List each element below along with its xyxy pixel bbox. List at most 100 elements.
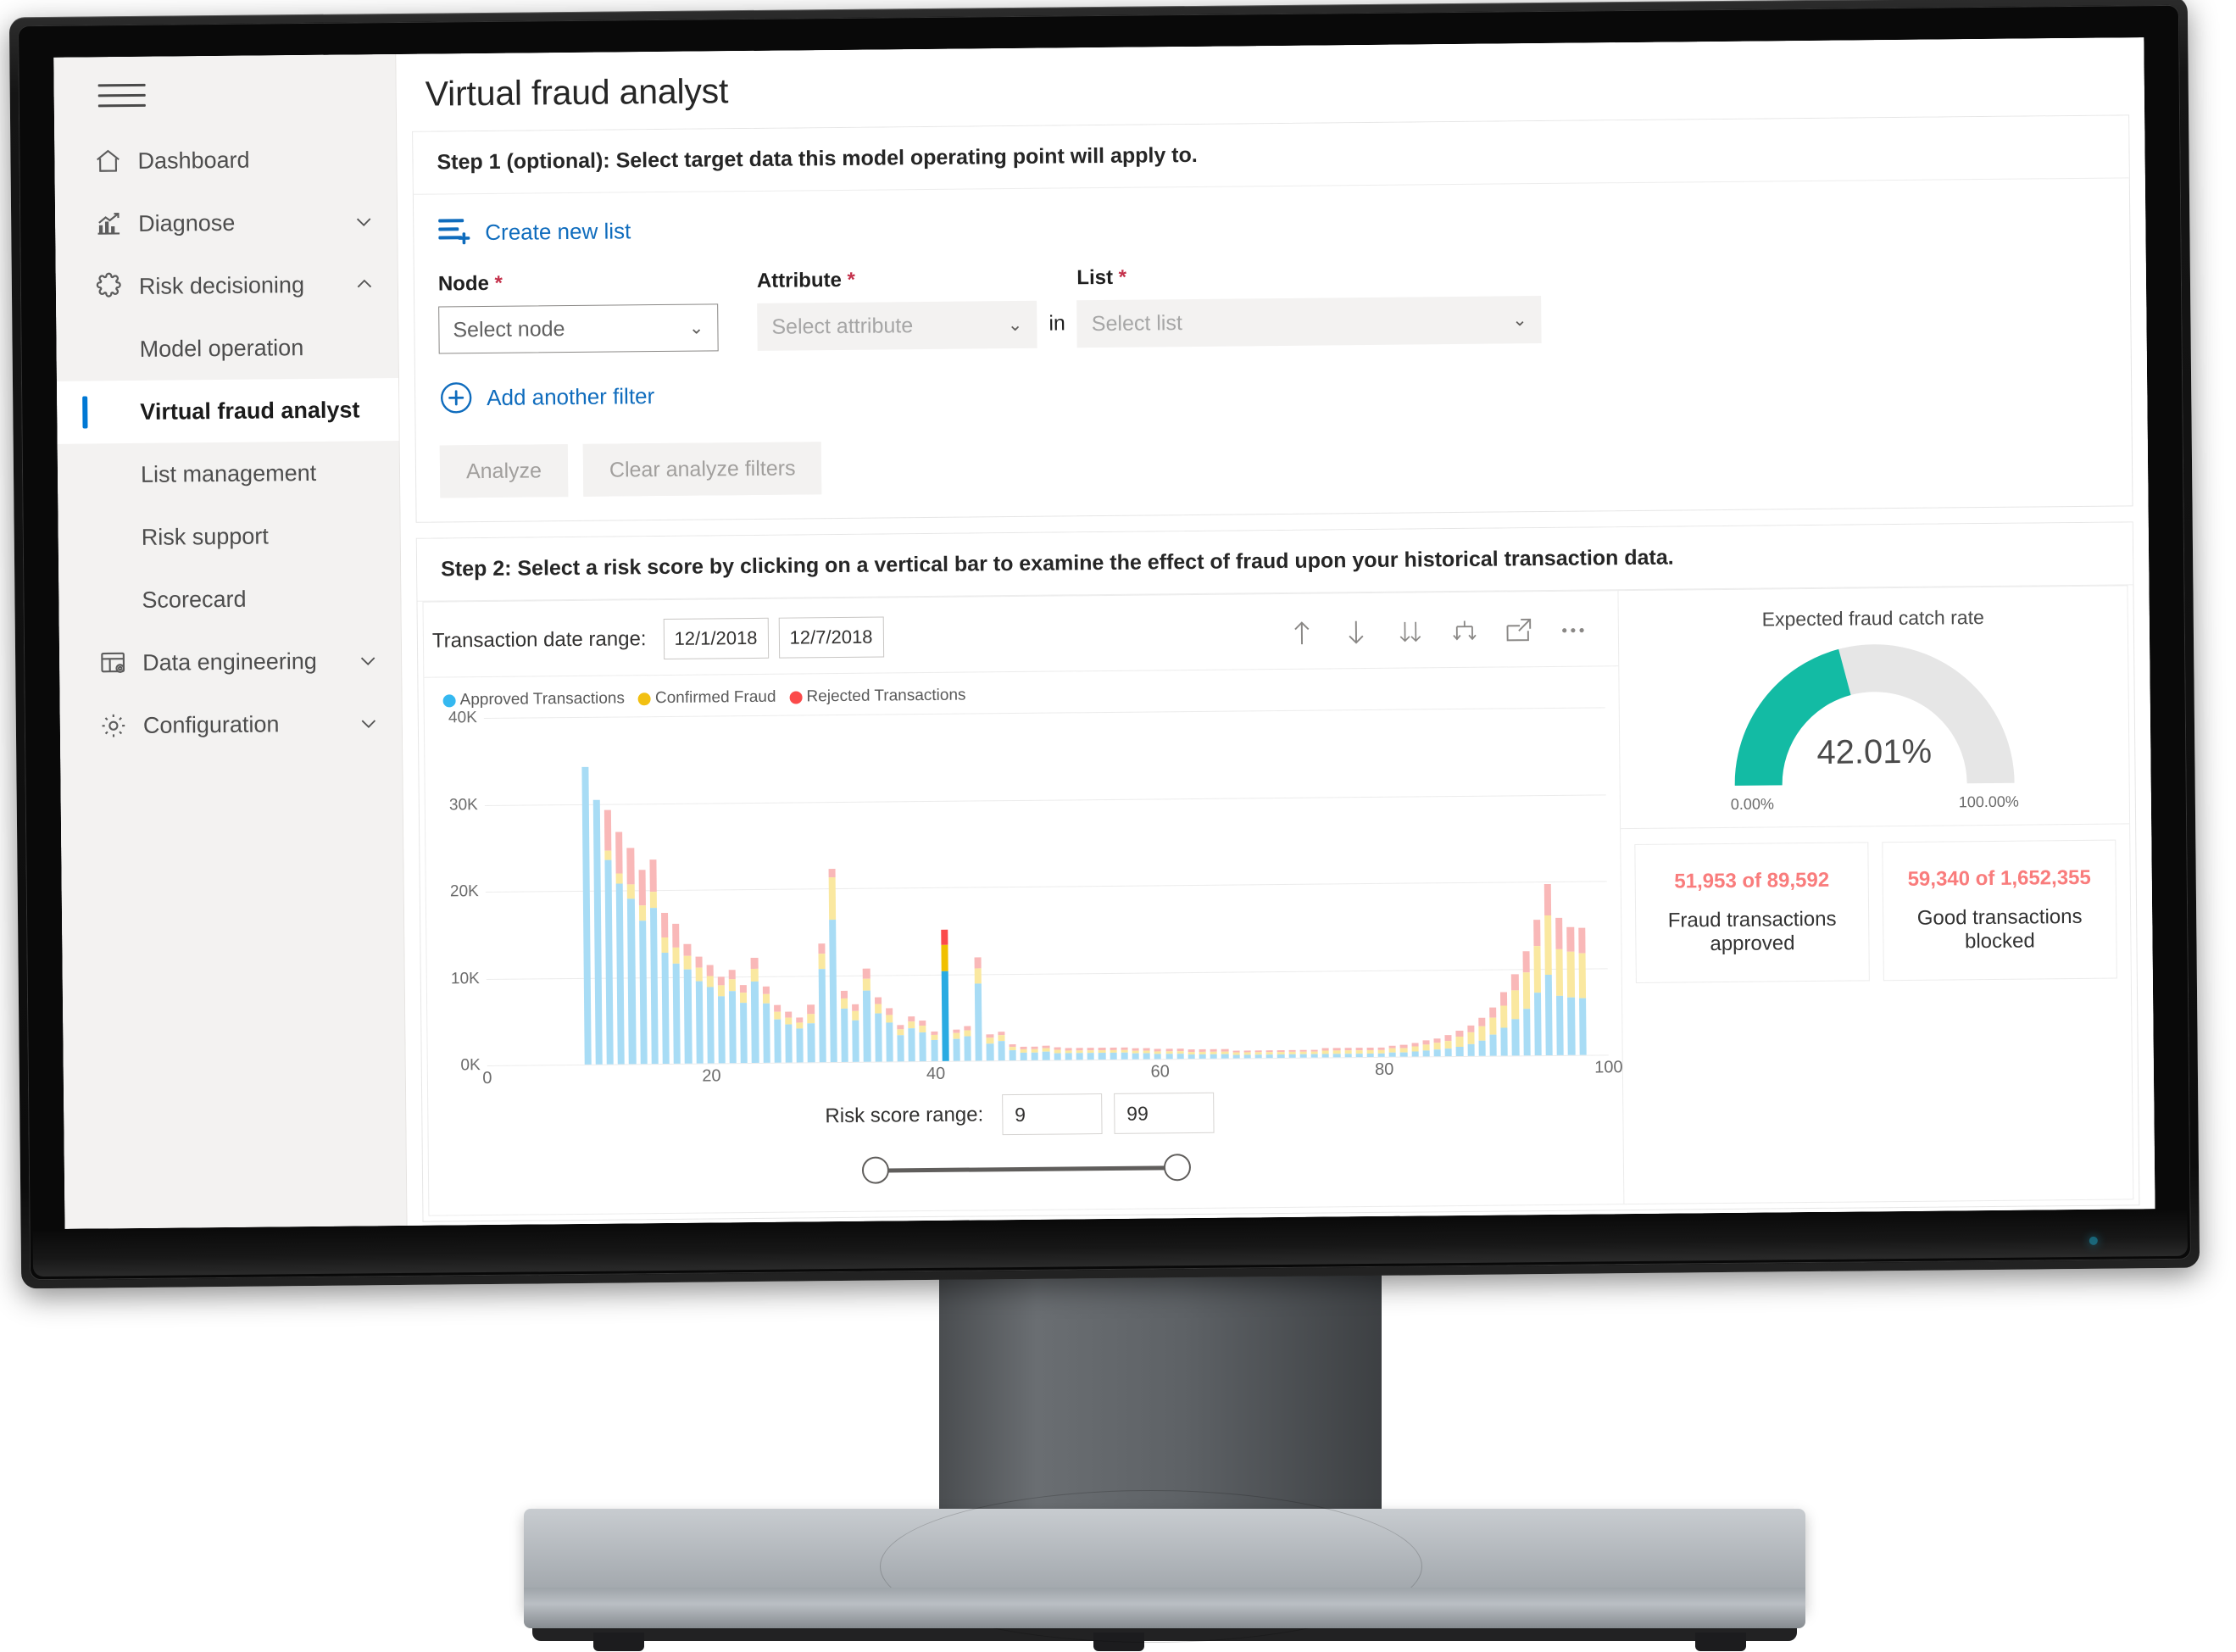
- risk-min-input[interactable]: 9: [1001, 1093, 1103, 1136]
- sidebar-item-scorecard[interactable]: Scorecard: [58, 566, 401, 632]
- histogram-bar[interactable]: [1532, 920, 1542, 1056]
- date-from-input[interactable]: 12/1/2018: [663, 617, 769, 659]
- histogram-bar[interactable]: [1411, 1043, 1419, 1057]
- histogram-bar[interactable]: [1478, 1017, 1486, 1056]
- legend-item[interactable]: Rejected Transactions: [789, 687, 966, 707]
- histogram-bar[interactable]: [1544, 884, 1553, 1056]
- sidebar-item-model-operation[interactable]: Model operation: [56, 315, 398, 381]
- histogram-bar[interactable]: [626, 848, 637, 1065]
- chevron-down-icon[interactable]: [346, 210, 375, 232]
- sidebar-item-diagnose[interactable]: Diagnose: [55, 190, 398, 256]
- histogram-bar[interactable]: [1121, 1047, 1128, 1060]
- sort-double-down-icon[interactable]: [1396, 617, 1425, 646]
- histogram-bar[interactable]: [717, 976, 726, 1064]
- sidebar-item-configuration[interactable]: Configuration: [60, 692, 403, 758]
- histogram-bar[interactable]: [897, 1025, 904, 1062]
- histogram-bar[interactable]: [1321, 1048, 1330, 1058]
- histogram-bar[interactable]: [874, 997, 882, 1062]
- histogram-bar[interactable]: [1165, 1048, 1173, 1060]
- add-another-filter-button[interactable]: Add another filter: [439, 365, 2107, 415]
- histogram-bar[interactable]: [1176, 1048, 1184, 1060]
- sidebar-item-dashboard[interactable]: Dashboard: [54, 127, 397, 193]
- histogram-bar[interactable]: [986, 1034, 994, 1061]
- node-select[interactable]: Select node ⌄: [438, 303, 719, 354]
- histogram-bar[interactable]: [1388, 1045, 1397, 1057]
- more-options-icon[interactable]: [1559, 616, 1588, 645]
- analyze-button[interactable]: Analyze: [439, 444, 569, 498]
- histogram-bar[interactable]: [706, 965, 715, 1064]
- histogram-bar[interactable]: [1455, 1031, 1464, 1057]
- histogram-bar[interactable]: [1288, 1049, 1296, 1058]
- chevron-up-icon[interactable]: [347, 273, 375, 295]
- histogram-bar[interactable]: [1054, 1047, 1061, 1060]
- legend-item[interactable]: Confirmed Fraud: [637, 688, 776, 709]
- histogram-bar[interactable]: [1522, 951, 1531, 1056]
- histogram-bar[interactable]: [695, 956, 704, 1064]
- histogram-bar[interactable]: [863, 969, 871, 1062]
- histogram-bar[interactable]: [828, 869, 837, 1063]
- histogram-bar[interactable]: [1065, 1048, 1072, 1060]
- hamburger-menu-icon[interactable]: [97, 75, 146, 115]
- histogram-bar[interactable]: [1254, 1050, 1262, 1059]
- histogram-bar[interactable]: [930, 1032, 938, 1061]
- histogram-bar[interactable]: [1265, 1049, 1274, 1059]
- histogram-bar[interactable]: [1377, 1047, 1385, 1057]
- histogram-bar[interactable]: [1132, 1048, 1139, 1060]
- histogram-bar[interactable]: [1087, 1047, 1095, 1060]
- histogram-bar[interactable]: [638, 870, 648, 1065]
- histogram-bar[interactable]: [1366, 1047, 1374, 1058]
- chevron-down-icon[interactable]: [350, 649, 379, 671]
- histogram-bar[interactable]: [807, 1004, 815, 1063]
- histogram-bar[interactable]: [581, 767, 592, 1065]
- histogram-bar[interactable]: [603, 809, 614, 1065]
- histogram-bar[interactable]: [974, 957, 983, 1061]
- sidebar-item-data-engineering[interactable]: Data engineering: [59, 629, 402, 695]
- histogram-bar[interactable]: [1199, 1048, 1206, 1059]
- histogram-bar[interactable]: [919, 1020, 927, 1062]
- sidebar-item-risk-decisioning[interactable]: Risk decisioning: [56, 253, 398, 319]
- clear-analyze-filters-button[interactable]: Clear analyze filters: [582, 442, 822, 497]
- histogram-bar[interactable]: [672, 923, 681, 1064]
- histogram-bar[interactable]: [1332, 1048, 1341, 1058]
- histogram-bar[interactable]: [1143, 1048, 1151, 1060]
- sort-descending-icon[interactable]: [1342, 618, 1371, 647]
- sidebar-item-virtual-fraud-analyst[interactable]: Virtual fraud analyst: [56, 377, 399, 444]
- histogram-bar[interactable]: [1355, 1047, 1363, 1058]
- histogram-bar[interactable]: [1299, 1049, 1307, 1058]
- histogram-bar[interactable]: [852, 1004, 860, 1062]
- histogram-bar[interactable]: [953, 1029, 960, 1061]
- histogram-bar[interactable]: [592, 800, 603, 1065]
- histogram-bar[interactable]: [615, 832, 626, 1065]
- sort-ascending-icon[interactable]: [1288, 619, 1316, 648]
- slider-knob-max[interactable]: [1163, 1154, 1191, 1182]
- histogram-bar[interactable]: [762, 986, 770, 1063]
- histogram-bar[interactable]: [751, 957, 759, 1064]
- histogram-bar[interactable]: [1110, 1047, 1117, 1060]
- sidebar-item-list-management[interactable]: List management: [58, 441, 400, 507]
- date-to-input[interactable]: 12/7/2018: [778, 616, 884, 659]
- legend-item[interactable]: Approved Transactions: [442, 689, 626, 709]
- histogram-bar[interactable]: [1210, 1048, 1218, 1059]
- histogram-bar[interactable]: [1009, 1043, 1016, 1061]
- histogram-bar[interactable]: [1042, 1045, 1050, 1060]
- histogram-bar[interactable]: [1400, 1044, 1408, 1057]
- slider-knob-min[interactable]: [861, 1156, 889, 1184]
- histogram-bar[interactable]: [1154, 1048, 1162, 1060]
- histogram-bar[interactable]: [773, 1005, 781, 1063]
- histogram-bar[interactable]: [1243, 1050, 1251, 1059]
- histogram-bar[interactable]: [818, 943, 826, 1063]
- histogram-bar[interactable]: [785, 1011, 793, 1063]
- risk-max-input[interactable]: 99: [1113, 1092, 1215, 1134]
- histogram-bar[interactable]: [1031, 1046, 1039, 1060]
- histogram-bar[interactable]: [1221, 1048, 1229, 1059]
- histogram-bar[interactable]: [660, 912, 670, 1065]
- histogram-bar[interactable]: [1433, 1037, 1441, 1057]
- risk-score-slider[interactable]: [856, 1154, 1195, 1188]
- histogram-bar[interactable]: [1188, 1048, 1195, 1060]
- histogram-bar[interactable]: [964, 1026, 971, 1061]
- histogram-bar[interactable]: [840, 990, 848, 1063]
- chevron-down-icon[interactable]: [351, 712, 380, 734]
- histogram-bar[interactable]: [1422, 1039, 1430, 1057]
- histogram-bar[interactable]: [683, 943, 692, 1064]
- histogram-bar[interactable]: [1466, 1025, 1475, 1056]
